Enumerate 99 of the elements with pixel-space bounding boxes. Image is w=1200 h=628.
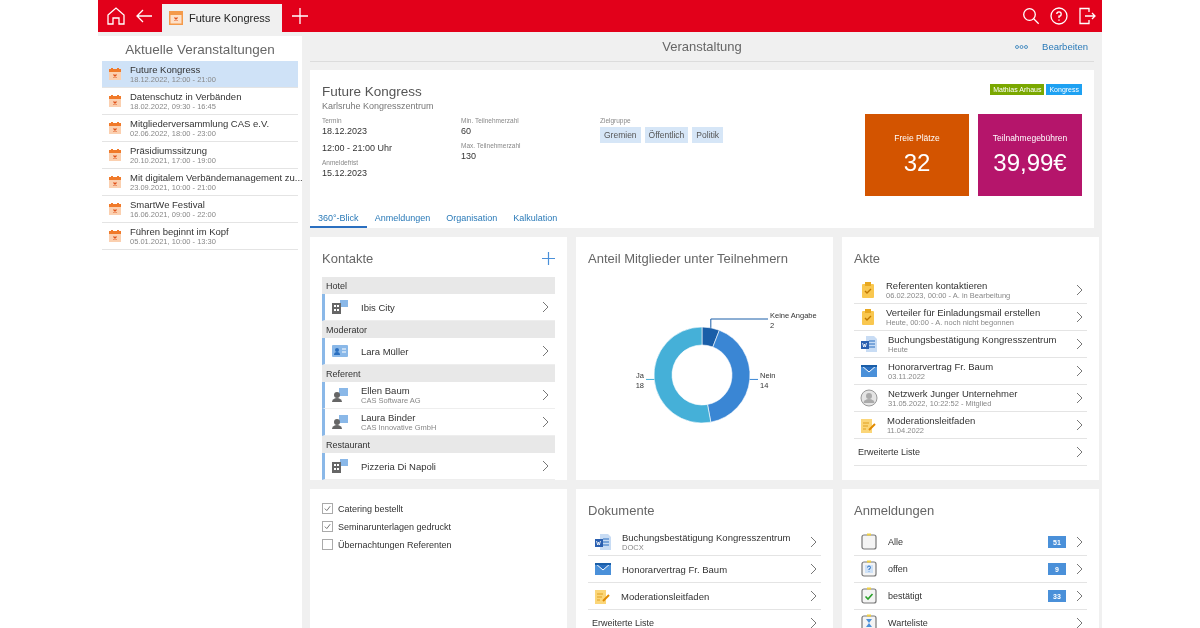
building-icon	[331, 458, 349, 474]
contact-icon	[331, 387, 349, 403]
registration-list-item[interactable]: Warteliste	[854, 610, 1087, 628]
search-icon[interactable]	[1022, 7, 1040, 25]
user-icon	[860, 389, 878, 407]
checklist-item[interactable]: Übernachtungen Referenten	[322, 539, 555, 550]
envelope-icon	[594, 562, 612, 576]
leader-line	[710, 318, 769, 329]
edit-link[interactable]: Bearbeiten	[1042, 41, 1088, 52]
page-title: Veranstaltung	[662, 39, 742, 54]
checklist-item[interactable]: Seminarunterlagen gedruckt	[322, 521, 555, 532]
chevron-icon	[542, 389, 549, 401]
chevron-icon	[1076, 284, 1083, 296]
home-icon[interactable]	[106, 6, 126, 26]
card-title: Anteil Mitglieder unter Teilnehmern	[588, 250, 788, 266]
add-icon[interactable]	[542, 251, 555, 265]
event-title: Future Kongress	[322, 84, 423, 99]
field-value: 12:00 - 21:00 Uhr	[322, 143, 394, 153]
chevron-icon	[542, 460, 549, 472]
kpi-tile: Teilnahmegebühren 39,99€	[978, 114, 1082, 196]
chevron-icon	[1076, 590, 1083, 602]
chevron-icon	[1076, 392, 1083, 404]
chevron-icon	[542, 416, 549, 428]
leader-line	[749, 378, 759, 380]
tab[interactable]: Anmeldungen	[366, 209, 439, 228]
word-document-icon	[860, 335, 878, 353]
chevron-icon	[1076, 446, 1083, 458]
checkbox[interactable]	[322, 503, 333, 514]
logout-icon[interactable]	[1078, 7, 1096, 25]
checkbox[interactable]	[322, 521, 333, 532]
clipboard-check-icon	[860, 281, 876, 299]
plus-icon[interactable]	[290, 6, 311, 26]
calendar-icon	[108, 202, 122, 216]
question-clipboard-icon	[860, 560, 878, 578]
calendar-icon	[108, 148, 122, 162]
target-group-chip: Politik	[692, 127, 724, 143]
more-link[interactable]: Erweiterte Liste	[854, 439, 1087, 466]
building-icon	[331, 299, 349, 315]
chevron-icon	[810, 536, 817, 548]
chevron-icon	[1076, 365, 1083, 377]
more-icon[interactable]	[1015, 44, 1029, 49]
card-title: Kontakte	[322, 250, 374, 266]
leader-line	[645, 378, 655, 380]
contact-list-item[interactable]: Pizzeria Di Napoli	[322, 453, 555, 480]
field-value: 18.12.2023	[322, 126, 369, 136]
checklist-label: Seminarunterlagen gedruckt	[338, 521, 452, 532]
chevron-icon	[810, 563, 817, 575]
more-link[interactable]: Erweiterte Liste	[588, 610, 821, 628]
event-location: Karlsruhe Kongresszentrum	[322, 101, 435, 111]
chevron-icon	[542, 301, 549, 313]
field-value: 15.12.2023	[322, 168, 369, 178]
chevron-icon	[1076, 338, 1083, 350]
chevron-icon	[810, 617, 817, 628]
chevron-icon	[1076, 617, 1083, 628]
group-header: Hotel	[322, 277, 555, 294]
chevron-icon	[542, 345, 549, 357]
document-tab[interactable]: Future Kongress	[162, 4, 283, 32]
calendar-icon	[108, 67, 122, 81]
checklist-label: Catering bestellt	[338, 503, 404, 514]
contact-icon	[331, 414, 349, 430]
note-edit-icon	[860, 416, 877, 434]
group-header: Referent	[322, 365, 555, 382]
chevron-icon	[1076, 563, 1083, 575]
target-group-chip: Gremien	[600, 127, 641, 143]
calendar-icon	[168, 10, 184, 26]
chevron-icon	[1076, 311, 1083, 323]
calendar-icon	[108, 175, 122, 189]
field-value: 60	[461, 126, 472, 136]
group-header: Moderator	[322, 321, 555, 338]
card-title: Akte	[854, 250, 880, 266]
tab[interactable]: Organisation	[438, 209, 506, 228]
chevron-icon	[1076, 536, 1083, 548]
tab[interactable]: Kalkulation	[505, 209, 566, 228]
field-value: 130	[461, 151, 478, 161]
checkbox[interactable]	[322, 539, 333, 550]
chevron-icon	[1076, 419, 1083, 431]
card-title: Anmeldungen	[854, 502, 935, 518]
document-list-item[interactable]: Honorarvertrag Fr. Baum	[588, 556, 821, 583]
checklist-label: Übernachtungen Referenten	[338, 539, 452, 550]
note-edit-icon	[594, 587, 611, 605]
clipboard-check-icon	[860, 308, 876, 326]
target-group-chip: Öffentlich	[644, 127, 689, 143]
tab[interactable]: 360°-Blick	[310, 209, 367, 228]
clipboard-icon	[860, 533, 878, 551]
calendar-icon	[108, 121, 122, 135]
help-icon[interactable]	[1050, 7, 1068, 25]
checklist-item[interactable]: Catering bestellt	[322, 503, 555, 514]
card-title: Dokumente	[588, 502, 655, 518]
word-document-icon	[594, 533, 612, 551]
group-header: Restaurant	[322, 436, 555, 453]
calendar-icon	[108, 94, 122, 108]
id-card-icon	[331, 344, 349, 358]
calendar-icon	[108, 229, 122, 243]
kpi-tile: Freie Plätze 32	[865, 114, 969, 196]
check-clipboard-icon	[860, 587, 878, 605]
document-list-item[interactable]: Moderationsleitfaden	[588, 583, 821, 610]
chevron-icon	[810, 590, 817, 602]
envelope-icon	[860, 364, 878, 378]
sidebar-title: Aktuelle Veranstaltungen	[124, 41, 276, 59]
